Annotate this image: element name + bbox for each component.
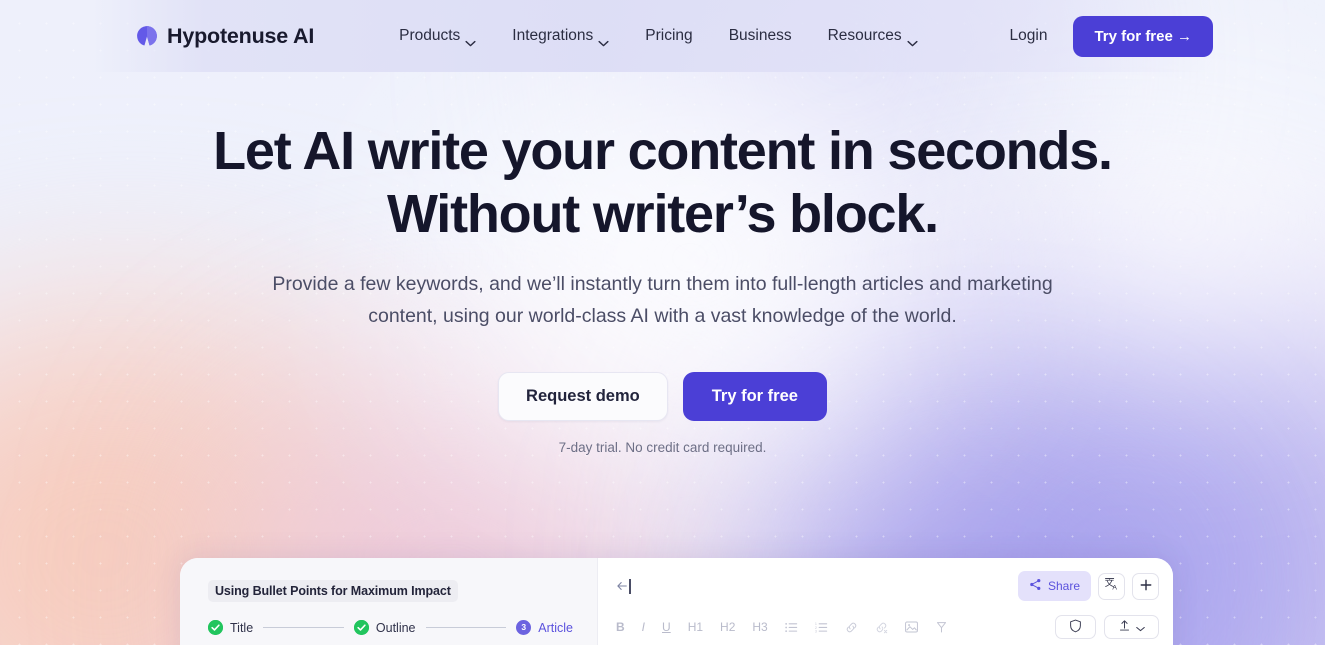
step-number: 3 [521, 622, 527, 633]
document-title: Using Bullet Points for Maximum Impact [208, 580, 458, 602]
check-circle-icon [208, 620, 223, 635]
share-label: Share [1047, 579, 1080, 593]
step-article[interactable]: 3 Article [516, 620, 573, 635]
heading-3-button[interactable]: H3 [752, 620, 767, 634]
chevron-down-icon [1136, 620, 1145, 635]
nav-item-label: Resources [827, 27, 902, 44]
nav-item-integrations[interactable]: Integrations [512, 27, 609, 46]
step-label: Article [538, 620, 573, 635]
brand-name: Hypotenuse AI [167, 23, 315, 48]
step-label: Outline [375, 620, 416, 635]
editor-top-actions: Share 文 A [1017, 571, 1159, 601]
hero-section: Let AI write your content in seconds. Wi… [0, 120, 1325, 455]
step-number-badge: 3 [516, 620, 532, 635]
share-button[interactable]: Share [1017, 571, 1091, 601]
nav-item-products[interactable]: Products [399, 27, 476, 46]
plus-icon [1139, 578, 1153, 595]
nav-item-label: Pricing [645, 27, 693, 44]
try-for-free-button[interactable]: Try for free [682, 372, 827, 421]
headline-line-2: Without writer’s block. [387, 184, 939, 244]
italic-button[interactable]: I [642, 620, 645, 634]
shield-icon [1069, 619, 1082, 636]
app-preview-card: Using Bullet Points for Maximum Impact T… [180, 558, 1173, 645]
underline-button[interactable]: U [662, 620, 671, 634]
share-icon [1029, 578, 1042, 594]
page-root: Hypotenuse AI Products Integrations Pric [0, 0, 1325, 645]
stepper-connector [425, 627, 507, 628]
app-preview-editor: Share 文 A B I U H1 H2 H3 1 2 3 [598, 558, 1173, 645]
chevron-down-icon [465, 34, 476, 46]
editor-right-actions [1055, 615, 1159, 639]
app-preview-sidebar: Using Bullet Points for Maximum Impact T… [180, 558, 598, 645]
text-cursor [629, 578, 631, 594]
translate-icon: 文 A [1103, 576, 1120, 596]
chevron-down-icon [907, 34, 918, 46]
step-label: Title [230, 620, 254, 635]
add-button[interactable] [1132, 572, 1159, 600]
image-button[interactable] [904, 621, 918, 633]
bullet-list-button[interactable] [784, 622, 798, 633]
nav-item-label: Products [399, 27, 461, 44]
plagiarism-shield-button[interactable] [1055, 615, 1096, 639]
request-demo-button[interactable]: Request demo [498, 372, 668, 421]
hypotenuse-logo-icon [136, 25, 158, 47]
step-outline[interactable]: Outline [353, 620, 416, 635]
trial-note: 7-day trial. No credit card required. [558, 440, 767, 455]
headline-line-1: Let AI write your content in seconds. [213, 121, 1113, 181]
main-navigation: Hypotenuse AI Products Integrations Pric [0, 0, 1325, 72]
unlink-button[interactable] [875, 621, 888, 634]
heading-2-button[interactable]: H2 [720, 620, 735, 634]
nav-links: Products Integrations Pricing Business R… [399, 27, 918, 46]
site-header: Hypotenuse AI Products Integrations Pric [0, 0, 1325, 72]
export-upload-icon [1118, 619, 1131, 635]
nav-try-for-free-button[interactable]: Try for free → [1073, 15, 1213, 57]
login-link[interactable]: Login [1010, 27, 1048, 45]
export-button[interactable] [1104, 615, 1159, 639]
brand-logo-link[interactable]: Hypotenuse AI [136, 24, 314, 49]
editor-top-bar: Share 文 A [616, 571, 1159, 601]
chevron-down-icon [598, 34, 609, 46]
highlight-button[interactable] [935, 621, 948, 634]
hero-cta-row: Request demo Try for free [0, 372, 1325, 421]
check-circle-icon [353, 620, 369, 635]
translate-button[interactable]: 文 A [1098, 572, 1125, 600]
step-title[interactable]: Title [208, 620, 253, 635]
link-button[interactable] [845, 621, 858, 634]
hero-subtext: Provide a few keywords, and we’ll instan… [272, 273, 1053, 327]
nav-actions: Login Try for free → [1010, 15, 1213, 57]
nav-item-business[interactable]: Business [729, 27, 792, 45]
bold-button[interactable]: B [616, 620, 625, 634]
numbered-list-button[interactable]: 1 2 3 [815, 622, 828, 633]
nav-item-pricing[interactable]: Pricing [645, 27, 692, 45]
editor-format-toolbar: B I U H1 H2 H3 1 2 3 [616, 615, 1159, 639]
nav-item-label: Integrations [512, 27, 594, 44]
nav-item-label: Business [728, 27, 792, 44]
stepper-connector [263, 627, 344, 628]
back-arrow-icon[interactable] [616, 578, 631, 594]
svg-text:A: A [1112, 585, 1117, 592]
nav-item-resources[interactable]: Resources [827, 27, 918, 46]
workflow-stepper: Title Outline 3 Article [208, 620, 573, 635]
heading-1-button[interactable]: H1 [688, 620, 703, 634]
page-title: Let AI write your content in seconds. Wi… [0, 120, 1325, 246]
svg-text:3: 3 [815, 629, 817, 633]
